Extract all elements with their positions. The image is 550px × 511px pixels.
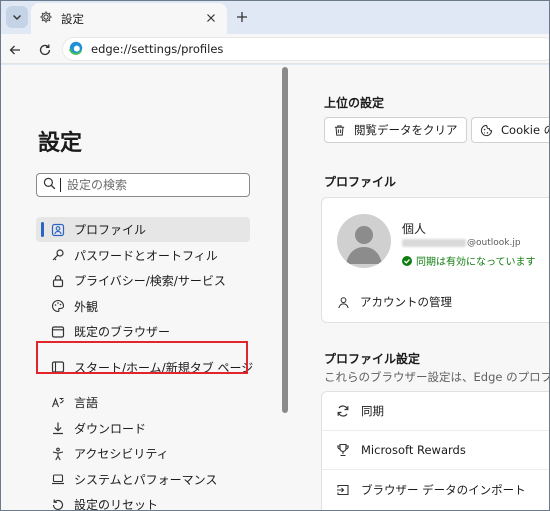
person-icon [337, 296, 350, 309]
settings-content: 上位の設定 閲覧データをクリア Cookie の プロファイル 個人 @outl… [300, 65, 550, 511]
profile-settings-card: 同期 Microsoft Rewards ブラウザー データのインポート [321, 391, 550, 511]
sidebar-item-label: アクセシビリティ [74, 447, 169, 461]
sidebar-item-appearance[interactable]: 外観 [36, 294, 250, 319]
address-toolbar: edge://settings/profiles [0, 34, 550, 64]
download-icon [50, 420, 66, 436]
manage-account-label: アカウントの管理 [360, 295, 452, 309]
microsoft-rewards-row[interactable]: Microsoft Rewards [322, 431, 550, 470]
clear-browsing-data-button[interactable]: 閲覧データをクリア [324, 117, 467, 143]
profile-section-heading: プロファイル [324, 175, 397, 189]
import-icon [334, 483, 352, 497]
trash-icon [333, 124, 346, 137]
sidebar-scrollbar[interactable] [282, 67, 288, 413]
tab-actions-menu-icon[interactable] [6, 6, 28, 28]
address-bar[interactable]: edge://settings/profiles [62, 37, 550, 61]
language-icon [50, 395, 66, 411]
redacted-email-user [402, 239, 466, 247]
profile-email: @outlook.jp [402, 238, 521, 248]
sync-status: 同期は有効になっています [402, 253, 536, 268]
sidebar-item-privacy[interactable]: プライバシー/検索/サービス [36, 268, 250, 293]
profile-settings-heading: プロファイル設定 [324, 352, 421, 366]
cookie-settings-button[interactable]: Cookie の [471, 117, 550, 143]
close-icon[interactable] [203, 10, 219, 26]
settings-nav: プロファイル パスワードとオートフィル プライバシー/検索/サービス 外観 既定… [36, 217, 254, 511]
sidebar-item-label: 既定のブラウザー [74, 325, 171, 339]
sidebar-item-label: スタート/ホーム/新規タブ ページ [74, 360, 254, 375]
microsoft-rewards-label: Microsoft Rewards [361, 443, 466, 457]
import-browser-data-label: ブラウザー データのインポート [361, 482, 526, 497]
sidebar-item-label: システムとパフォーマンス [74, 472, 218, 487]
url-text: edge://settings/profiles [91, 42, 224, 56]
profile-name: 個人 [402, 222, 427, 236]
top-settings-heading: 上位の設定 [324, 96, 385, 110]
cookie-settings-label: Cookie の [501, 123, 550, 137]
cookie-icon [480, 124, 493, 137]
import-browser-data-row[interactable]: ブラウザー データのインポート [322, 470, 550, 509]
home-window-icon [50, 359, 66, 375]
manage-account-link[interactable]: アカウントの管理 [337, 294, 452, 310]
settings-page: 設定 プロファイル パスワードとオートフィル [0, 65, 550, 511]
sync-row[interactable]: 同期 [322, 392, 550, 431]
plus-icon[interactable] [232, 7, 252, 27]
avatar [337, 214, 391, 268]
sidebar-item-label: 言語 [74, 396, 99, 410]
browser-window-icon [50, 324, 66, 340]
tab-title: 設定 [61, 11, 84, 26]
active-tab[interactable]: 設定 [31, 3, 227, 34]
clear-browsing-data-label: 閲覧データをクリア [354, 123, 458, 137]
profile-settings-description: これらのブラウザー設定は、Edge のプロファ [324, 370, 550, 384]
reset-icon [50, 497, 66, 511]
sidebar-item-label: プライバシー/検索/サービス [74, 274, 226, 288]
back-arrow-icon[interactable] [4, 39, 26, 61]
text-caret [60, 178, 61, 192]
sidebar-item-label: パスワードとオートフィル [74, 248, 218, 263]
sidebar-item-downloads[interactable]: ダウンロード [36, 416, 250, 441]
sidebar-item-label: プロファイル [74, 223, 147, 237]
settings-search[interactable] [36, 173, 250, 197]
settings-sidebar: 設定 プロファイル パスワードとオートフィル [0, 65, 282, 511]
page-title: 設定 [38, 131, 83, 156]
sync-status-text: 同期は有効になっています [416, 257, 536, 268]
sidebar-item-label: 外観 [74, 299, 99, 314]
reload-icon[interactable] [34, 39, 56, 61]
edge-logo-icon [69, 41, 83, 58]
profile-icon [50, 222, 66, 238]
sidebar-item-system[interactable]: システムとパフォーマンス [36, 467, 250, 492]
sidebar-item-passwords[interactable]: パスワードとオートフィル [36, 243, 250, 268]
search-input[interactable] [67, 178, 237, 192]
tab-strip: 設定 [0, 0, 550, 34]
sync-row-label: 同期 [361, 404, 384, 418]
profile-email-domain: @outlook.jp [467, 238, 521, 248]
search-icon [43, 177, 56, 193]
gear-icon [39, 10, 53, 27]
rewards-trophy-icon [334, 443, 352, 457]
sidebar-item-profiles[interactable]: プロファイル [36, 217, 250, 242]
sync-icon [334, 404, 352, 418]
sidebar-item-reset[interactable]: 設定のリセット [36, 492, 250, 511]
sidebar-item-accessibility[interactable]: アクセシビリティ [36, 441, 250, 466]
laptop-icon [50, 471, 66, 487]
sidebar-item-languages[interactable]: 言語 [36, 390, 250, 415]
palette-icon [50, 298, 66, 314]
key-icon [50, 247, 66, 263]
sidebar-item-label: ダウンロード [74, 421, 147, 436]
sidebar-item-default-browser[interactable]: 既定のブラウザー [36, 319, 250, 344]
lock-icon [50, 273, 66, 289]
sidebar-item-label: 設定のリセット [74, 498, 159, 511]
profile-card: 個人 @outlook.jp 同期は有効になっています アカウントの管理 [321, 197, 550, 323]
sidebar-item-start-home-newtab[interactable]: スタート/ホーム/新規タブ ページ [36, 355, 254, 380]
checkmark-icon [402, 255, 412, 266]
accessibility-icon [50, 446, 66, 462]
